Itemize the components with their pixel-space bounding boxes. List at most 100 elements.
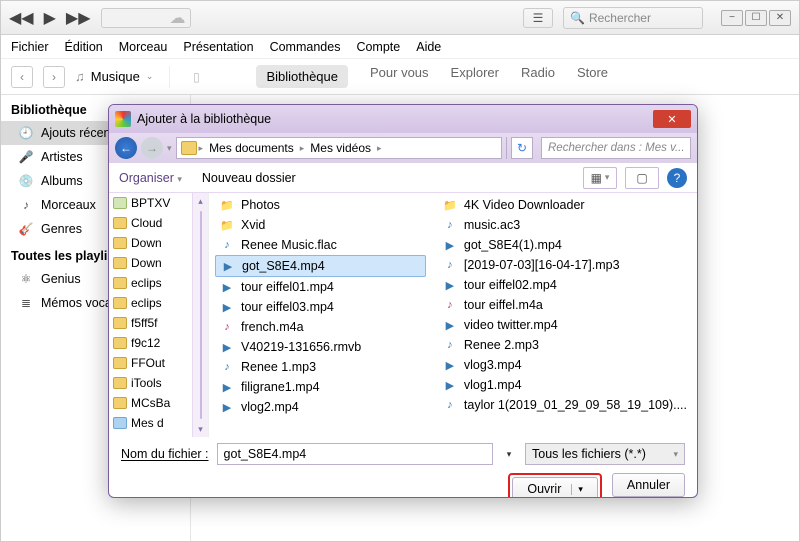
menu-edition[interactable]: Édition [65,40,103,54]
search-placeholder: Rechercher [589,11,651,25]
now-playing-display: ☁ [101,8,191,28]
menu-presentation[interactable]: Présentation [183,40,253,54]
breadcrumb-item[interactable]: Mes vidéos [306,141,375,155]
tab-bibliotheque[interactable]: Bibliothèque [256,65,348,88]
note-icon: ♪ [19,198,33,212]
dialog-back-button[interactable]: ← [115,137,137,159]
file-row[interactable]: ▶ vlog3.mp4 [438,355,691,375]
dialog-title: Ajouter à la bibliothèque [137,112,271,126]
history-dropdown-icon[interactable]: ▾ [167,143,172,154]
file-row[interactable]: ▶filigrane1.mp4 [215,377,426,397]
file-type-icon: ▶ [442,357,458,373]
menu-compte[interactable]: Compte [356,40,400,54]
folder-tree[interactable]: BPTXVCloudDownDowneclipseclipsf5ff5ff9c1… [109,193,209,437]
list-icon: ≣ [19,296,33,310]
file-name: V40219-131656.rmvb [241,340,361,354]
file-type-icon: ♪ [219,359,235,375]
list-view-button[interactable]: ☰ [523,8,553,28]
file-row[interactable]: 📁4K Video Downloader [438,195,691,215]
file-name: vlog1.mp4 [464,378,522,392]
search-input-global[interactable]: 🔍 Rechercher [563,7,703,29]
dialog-forward-button[interactable]: → [141,137,163,159]
tab-store[interactable]: Store [577,65,608,88]
new-folder-button[interactable]: Nouveau dossier [202,171,296,185]
menu-fichier[interactable]: Fichier [11,40,49,54]
file-name: tour eiffel.m4a [464,298,543,312]
file-row[interactable]: ♪ music.ac3 [438,215,691,235]
folder-icon [113,357,127,369]
help-icon[interactable]: ? [667,168,687,188]
menu-commandes[interactable]: Commandes [270,40,341,54]
chevron-right-icon: ▸ [199,143,204,154]
file-row[interactable]: ▶V40219-131656.rmvb [215,337,426,357]
folder-icon [113,297,127,309]
file-name: Renee 1.mp3 [241,360,316,374]
file-row[interactable]: ▶vlog1.mp4 [438,375,691,395]
album-icon: 💿 [19,174,33,188]
file-name: 4K Video Downloader [464,198,585,212]
file-row[interactable]: 📁Photos [215,195,426,215]
search-icon: 🔍 [570,11,585,25]
tree-item-label: Cloud [131,216,162,230]
file-name: [2019-07-03][16-04-17].mp3 [464,258,620,272]
file-row[interactable]: ♪[2019-07-03][16-04-17].mp3 [438,255,691,275]
file-row[interactable]: ♪ Renee 1.mp3 [215,357,426,377]
filename-dropdown-icon[interactable]: ▾ [501,443,517,465]
file-row[interactable]: ▶video twitter.mp4 [438,315,691,335]
open-button[interactable]: Ouvrir▾ [512,477,598,498]
breadcrumb-item[interactable]: Mes documents [205,141,298,155]
dialog-close-button[interactable]: ✕ [653,110,691,128]
file-row[interactable]: ♪tour eiffel.m4a [438,295,691,315]
file-row[interactable]: ♪french.m4a [215,317,426,337]
dialog-search-input[interactable]: Rechercher dans : Mes v... [541,137,691,159]
nav-forward-button[interactable]: › [43,66,65,88]
next-icon[interactable]: ▶▶ [66,8,91,28]
tab-explorer[interactable]: Explorer [451,65,499,88]
file-list[interactable]: 📁Photos📁Xvid♪Renee Music.flac▶got_S8E4.m… [209,193,697,437]
minimize-button[interactable]: − [721,10,743,26]
mic-icon: 🎤 [19,150,33,164]
cancel-button[interactable]: Annuler [612,473,685,497]
file-row[interactable]: ♪Renee Music.flac [215,235,426,255]
file-type-icon: ♪ [442,217,458,233]
file-row[interactable]: ▶got_S8E4(1).mp4 [438,235,691,255]
open-file-dialog: Ajouter à la bibliothèque ✕ ← → ▾ ▸ Mes … [108,104,698,498]
file-name: music.ac3 [464,218,520,232]
tree-scrollbar[interactable]: ▴▾ [192,193,208,437]
file-type-icon: ▶ [219,399,235,415]
filename-label: Nom du fichier : [121,447,209,461]
view-mode-button[interactable]: ▦▾ [583,167,617,189]
file-row[interactable]: ▶tour eiffel02.mp4 [438,275,691,295]
filetype-select[interactable]: Tous les fichiers (*.*) ▾ [525,443,685,465]
file-type-icon: 📁 [219,217,235,233]
file-name: Renee 2.mp3 [464,338,539,352]
tab-pourvous[interactable]: Pour vous [370,65,429,88]
file-name: vlog3.mp4 [464,358,522,372]
maximize-button[interactable]: ☐ [745,10,767,26]
folder-icon [113,277,127,289]
device-iphone-icon[interactable]: ▯ [186,67,206,87]
file-row[interactable]: ♪Renee 2.mp3 [438,335,691,355]
file-row[interactable]: ♪taylor 1(2019_01_29_09_58_19_109).... [438,395,691,415]
file-row[interactable]: ▶tour eiffel01.mp4 [215,277,426,297]
open-split-dropdown-icon[interactable]: ▾ [571,484,583,495]
location-bar[interactable]: ▸ Mes documents ▸ Mes vidéos ▸ [176,137,502,159]
refresh-button[interactable]: ↻ [511,137,533,159]
file-row[interactable]: ▶vlog2.mp4 [215,397,426,417]
file-row[interactable]: 📁Xvid [215,215,426,235]
file-row[interactable]: ▶got_S8E4.mp4 [215,255,426,277]
tab-radio[interactable]: Radio [521,65,555,88]
menu-aide[interactable]: Aide [416,40,441,54]
media-picker[interactable]: ♫ Musique ⌄ [75,69,153,84]
play-icon[interactable]: ▶ [44,8,56,28]
previous-icon[interactable]: ◀◀ [9,8,34,28]
file-type-icon: ▶ [442,277,458,293]
close-button[interactable]: ✕ [769,10,791,26]
menu-morceau[interactable]: Morceau [119,40,168,54]
file-type-icon: ♪ [442,397,458,413]
file-row[interactable]: ▶tour eiffel03.mp4 [215,297,426,317]
preview-pane-button[interactable]: ▢ [625,167,659,189]
filename-input[interactable] [217,443,493,465]
nav-back-button[interactable]: ‹ [11,66,33,88]
organize-menu[interactable]: Organiser ▾ [119,171,182,185]
